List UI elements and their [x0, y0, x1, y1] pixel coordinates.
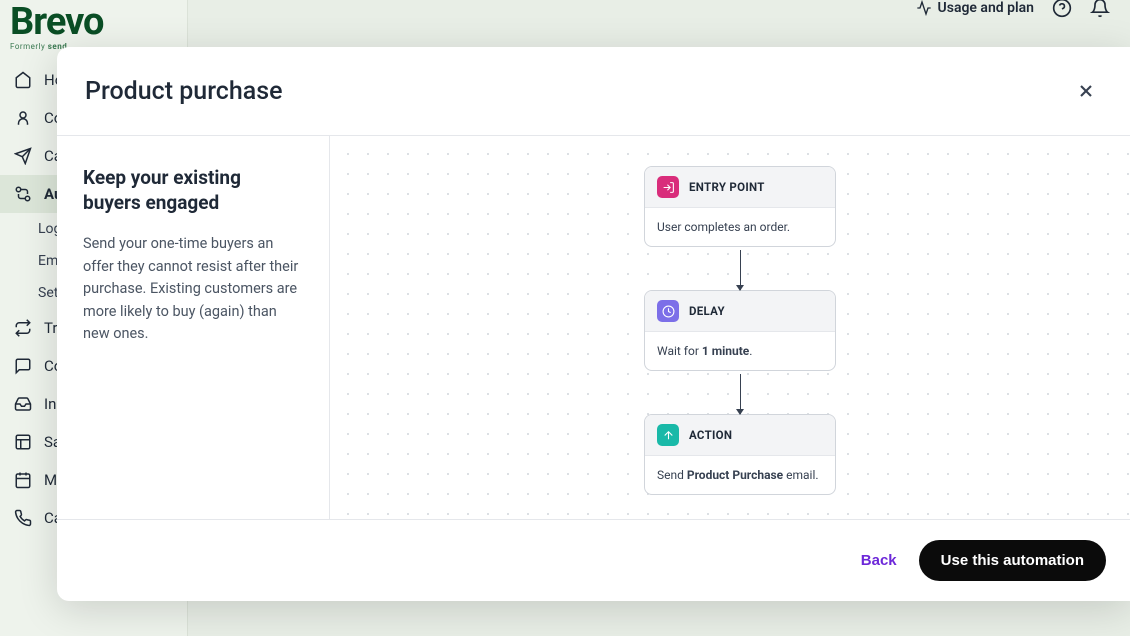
modal-header: Product purchase — [57, 47, 1130, 135]
usage-label: Usage and plan — [938, 0, 1034, 16]
phone-icon — [14, 509, 32, 527]
send-icon — [14, 147, 32, 165]
entry-icon — [657, 176, 679, 198]
clock-icon — [657, 300, 679, 322]
flow-connector — [740, 250, 741, 290]
flow: ENTRY POINT User completes an order. DEL… — [644, 166, 836, 495]
logo[interactable]: Brevo Formerly send — [0, 0, 187, 53]
bell-icon[interactable] — [1090, 0, 1110, 18]
close-button[interactable] — [1070, 75, 1102, 107]
close-icon — [1076, 81, 1096, 101]
node-title: ENTRY POINT — [689, 180, 765, 194]
grid-icon — [14, 433, 32, 451]
user-icon — [14, 109, 32, 127]
modal-body: Keep your existing buyers engaged Send y… — [57, 135, 1130, 519]
help-icon[interactable] — [1052, 0, 1072, 18]
node-body: User completes an order. — [645, 208, 835, 246]
flow-connector — [740, 374, 741, 414]
node-header: ENTRY POINT — [645, 167, 835, 208]
use-automation-button[interactable]: Use this automation — [919, 540, 1106, 581]
pulse-icon — [916, 0, 932, 16]
flow-node-delay[interactable]: DELAY Wait for 1 minute. — [644, 290, 836, 371]
node-header: ACTION — [645, 415, 835, 456]
inbox-icon — [14, 395, 32, 413]
left-heading: Keep your existing buyers engaged — [83, 166, 303, 215]
flow-node-action[interactable]: ACTION Send Product Purchase email. — [644, 414, 836, 495]
flow-canvas: ENTRY POINT User completes an order. DEL… — [330, 136, 1130, 519]
node-body: Wait for 1 minute. — [645, 332, 835, 370]
automation-icon — [14, 185, 32, 203]
modal-left-panel: Keep your existing buyers engaged Send y… — [57, 136, 330, 519]
node-body: Send Product Purchase email. — [645, 456, 835, 494]
action-icon — [657, 424, 679, 446]
modal: Product purchase Keep your existing buye… — [57, 47, 1130, 601]
calendar-icon — [14, 471, 32, 489]
node-title: DELAY — [689, 304, 725, 318]
flow-node-entry[interactable]: ENTRY POINT User completes an order. — [644, 166, 836, 247]
node-header: DELAY — [645, 291, 835, 332]
modal-title: Product purchase — [85, 77, 282, 106]
back-button[interactable]: Back — [861, 552, 897, 569]
node-title: ACTION — [689, 428, 732, 442]
logo-text: Brevo — [10, 0, 177, 44]
topbar: Usage and plan — [916, 0, 1130, 16]
left-description: Send your one-time buyers an offer they … — [83, 233, 303, 345]
chat-icon — [14, 357, 32, 375]
modal-footer: Back Use this automation — [57, 519, 1130, 601]
transactional-icon — [14, 319, 32, 337]
home-icon — [14, 71, 32, 89]
usage-and-plan-link[interactable]: Usage and plan — [916, 0, 1034, 16]
